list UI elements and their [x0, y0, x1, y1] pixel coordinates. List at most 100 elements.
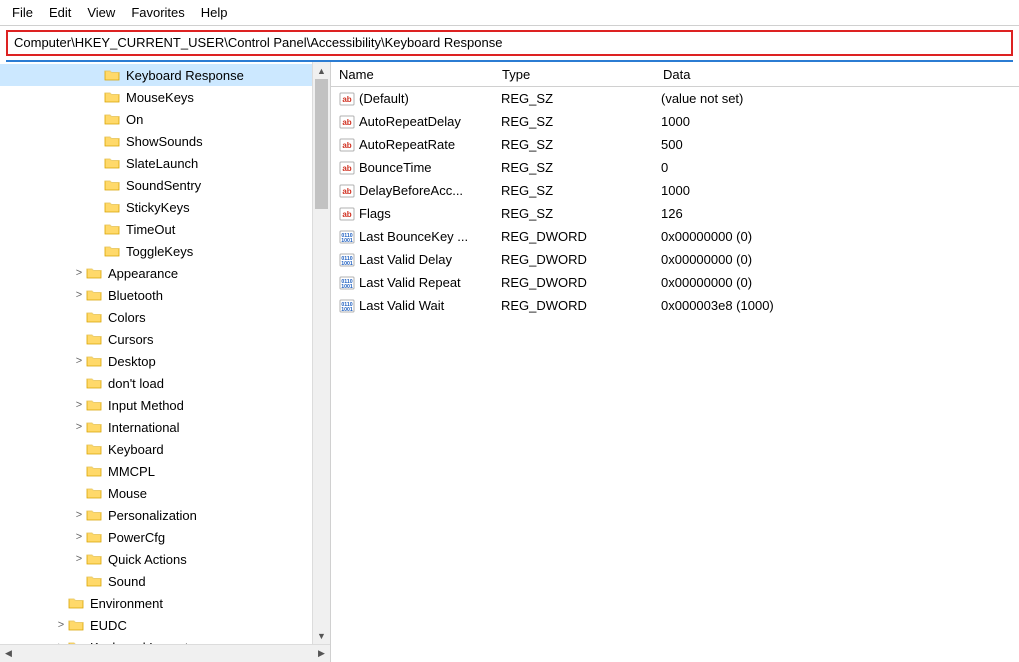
scroll-right-button[interactable]: ▶ — [313, 645, 330, 662]
tree-item-label: Keyboard — [106, 442, 166, 457]
menu-favorites[interactable]: Favorites — [125, 3, 190, 22]
expand-chevron-icon[interactable]: > — [72, 421, 86, 433]
value-row[interactable]: 01101001Last BounceKey ...REG_DWORD0x000… — [331, 225, 1019, 248]
tree-horizontal-scrollbar[interactable]: ◀ ▶ — [0, 644, 330, 662]
value-type: REG_DWORD — [493, 275, 653, 290]
tree-item[interactable]: >StickyKeys — [0, 196, 330, 218]
value-name-cell: 01101001Last Valid Repeat — [331, 275, 493, 291]
column-data[interactable]: Data — [655, 67, 1019, 82]
tree-item[interactable]: >Keyboard Response — [0, 64, 330, 86]
tree-item-label: EUDC — [88, 618, 129, 633]
expand-chevron-icon[interactable]: > — [72, 531, 86, 543]
column-name[interactable]: Name — [331, 67, 494, 82]
menu-view[interactable]: View — [81, 3, 121, 22]
expand-chevron-icon[interactable]: > — [72, 553, 86, 565]
expand-chevron-icon[interactable]: > — [54, 641, 68, 644]
tree-item[interactable]: >Mouse — [0, 482, 330, 504]
expand-chevron-icon[interactable]: > — [72, 399, 86, 411]
value-row[interactable]: abDelayBeforeAcc...REG_SZ1000 — [331, 179, 1019, 202]
value-row[interactable]: abAutoRepeatDelayREG_SZ1000 — [331, 110, 1019, 133]
value-row[interactable]: ab(Default)REG_SZ(value not set) — [331, 87, 1019, 110]
tree-item-label: Bluetooth — [106, 288, 165, 303]
tree-item[interactable]: > EUDC — [0, 614, 330, 636]
tree-item-label: SlateLaunch — [124, 156, 200, 171]
value-row[interactable]: 01101001Last Valid RepeatREG_DWORD0x0000… — [331, 271, 1019, 294]
expand-chevron-icon[interactable]: > — [72, 355, 86, 367]
tree-item[interactable]: > Bluetooth — [0, 284, 330, 306]
column-headers: Name Type Data — [331, 62, 1019, 87]
svg-text:ab: ab — [342, 141, 351, 150]
value-name-cell: abFlags — [331, 206, 493, 222]
string-value-icon: ab — [339, 160, 355, 176]
tree-pane: >Keyboard Response>MouseKeys>On>ShowSoun… — [0, 62, 331, 662]
tree-item-label: Keyboard Layout — [88, 640, 190, 645]
tree-item[interactable]: >SoundSentry — [0, 174, 330, 196]
folder-icon — [68, 596, 84, 610]
tree-item[interactable]: >ShowSounds — [0, 130, 330, 152]
value-name: Flags — [359, 206, 391, 221]
expand-chevron-icon[interactable]: > — [72, 509, 86, 521]
menu-help[interactable]: Help — [195, 3, 234, 22]
folder-icon — [104, 68, 120, 82]
value-data: 1000 — [653, 114, 1019, 129]
column-type[interactable]: Type — [494, 67, 655, 82]
tree-item[interactable]: > PowerCfg — [0, 526, 330, 548]
address-bar[interactable]: Computer\HKEY_CURRENT_USER\Control Panel… — [6, 30, 1013, 56]
scroll-up-button[interactable]: ▲ — [313, 62, 330, 79]
tree-item[interactable]: >TimeOut — [0, 218, 330, 240]
tree-item-label: MouseKeys — [124, 90, 196, 105]
tree-item[interactable]: > Keyboard Layout — [0, 636, 330, 644]
folder-icon — [86, 266, 102, 280]
value-name-cell: 01101001Last BounceKey ... — [331, 229, 493, 245]
tree-item[interactable]: >Keyboard — [0, 438, 330, 460]
scroll-left-button[interactable]: ◀ — [0, 645, 17, 662]
tree-item[interactable]: >Cursors — [0, 328, 330, 350]
tree-item-label: don't load — [106, 376, 166, 391]
tree-item[interactable]: >MMCPL — [0, 460, 330, 482]
scroll-track[interactable] — [313, 79, 330, 627]
expand-chevron-icon[interactable]: > — [72, 267, 86, 279]
scroll-thumb[interactable] — [315, 79, 328, 209]
value-row[interactable]: 01101001Last Valid DelayREG_DWORD0x00000… — [331, 248, 1019, 271]
tree-item[interactable]: >Appearance — [0, 262, 330, 284]
tree-item[interactable]: >Colors — [0, 306, 330, 328]
tree-item[interactable]: >Sound — [0, 570, 330, 592]
tree-item[interactable]: >Environment — [0, 592, 330, 614]
folder-icon — [86, 376, 102, 390]
tree-item[interactable]: >Quick Actions — [0, 548, 330, 570]
menu-edit[interactable]: Edit — [43, 3, 77, 22]
expand-chevron-icon[interactable]: > — [54, 619, 68, 631]
tree-item-label: PowerCfg — [106, 530, 167, 545]
tree-item[interactable]: >MouseKeys — [0, 86, 330, 108]
tree-item[interactable]: >International — [0, 416, 330, 438]
scroll-down-button[interactable]: ▼ — [313, 627, 330, 644]
tree-item[interactable]: >ToggleKeys — [0, 240, 330, 262]
tree-item[interactable]: >Input Method — [0, 394, 330, 416]
tree-item[interactable]: >SlateLaunch — [0, 152, 330, 174]
expand-chevron-icon[interactable]: > — [72, 289, 86, 301]
tree-item[interactable]: >On — [0, 108, 330, 130]
value-name: AutoRepeatDelay — [359, 114, 461, 129]
value-row[interactable]: abAutoRepeatRateREG_SZ500 — [331, 133, 1019, 156]
tree-item[interactable]: >don't load — [0, 372, 330, 394]
menu-file[interactable]: File — [6, 3, 39, 22]
value-data: 0 — [653, 160, 1019, 175]
value-name: Last BounceKey ... — [359, 229, 468, 244]
value-row[interactable]: 01101001Last Valid WaitREG_DWORD0x000003… — [331, 294, 1019, 317]
tree-item-label: Desktop — [106, 354, 158, 369]
svg-text:1001: 1001 — [341, 261, 353, 267]
tree-item[interactable]: > Desktop — [0, 350, 330, 372]
value-type: REG_SZ — [493, 137, 653, 152]
registry-tree: >Keyboard Response>MouseKeys>On>ShowSoun… — [0, 62, 330, 644]
value-name: DelayBeforeAcc... — [359, 183, 463, 198]
tree-vertical-scrollbar[interactable]: ▲ ▼ — [312, 62, 330, 644]
value-row[interactable]: abFlagsREG_SZ126 — [331, 202, 1019, 225]
tree-item[interactable]: >Personalization — [0, 504, 330, 526]
dword-value-icon: 01101001 — [339, 298, 355, 314]
tree-item-label: TimeOut — [124, 222, 177, 237]
value-name: Last Valid Repeat — [359, 275, 461, 290]
value-type: REG_DWORD — [493, 298, 653, 313]
folder-icon — [86, 442, 102, 456]
value-name-cell: abAutoRepeatDelay — [331, 114, 493, 130]
value-row[interactable]: abBounceTimeREG_SZ0 — [331, 156, 1019, 179]
